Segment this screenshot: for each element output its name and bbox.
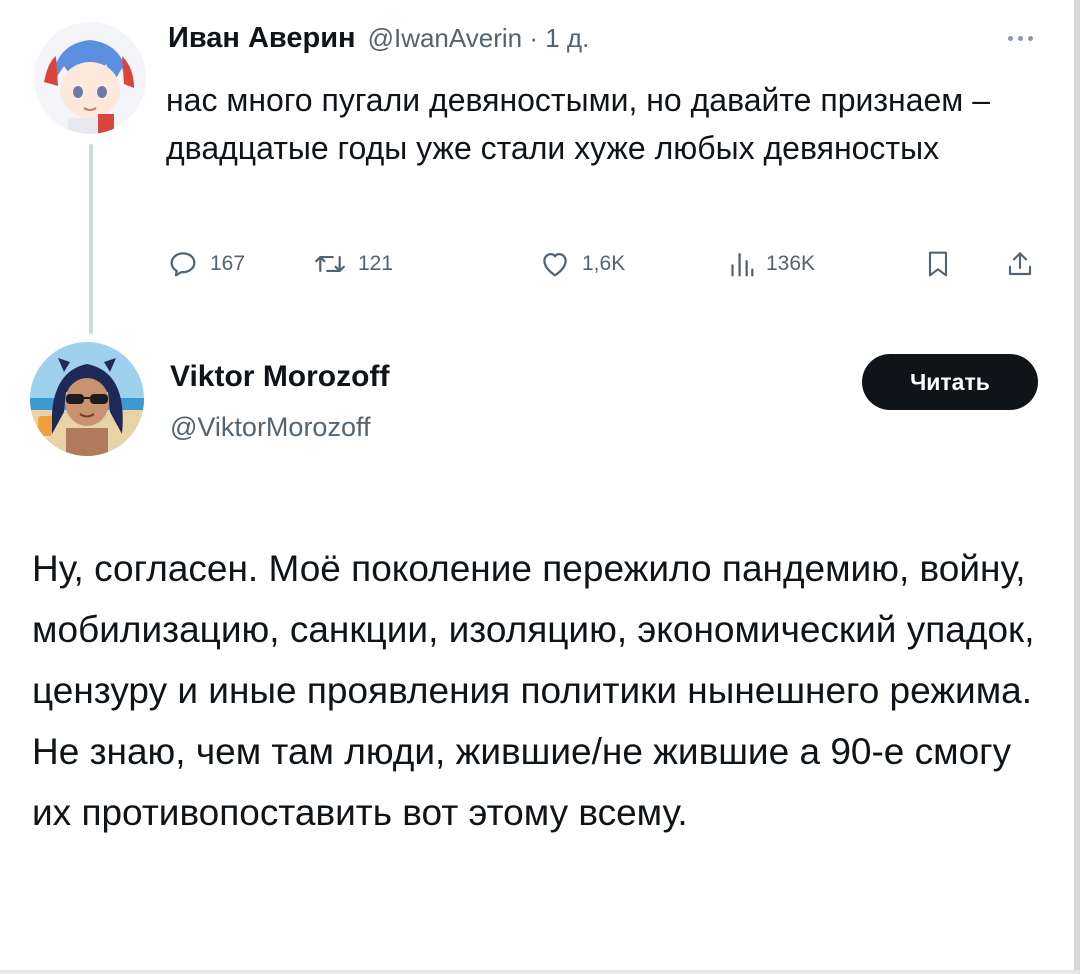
reply-icon xyxy=(170,252,196,277)
tweet-text: Ну, согласен. Моё поколение пережило пан… xyxy=(32,548,1035,833)
screenshot-border-right xyxy=(1074,0,1080,974)
follow-button[interactable]: Читать xyxy=(862,354,1038,410)
share-icon xyxy=(1008,252,1032,276)
tweet-time: 1 д. xyxy=(545,23,590,53)
author-name[interactable]: Viktor Morozoff xyxy=(170,360,389,394)
retweet-button[interactable]: 121 xyxy=(312,244,393,284)
thread-connector-line xyxy=(89,144,93,334)
share-button[interactable] xyxy=(1004,244,1036,284)
author-handle[interactable]: @ViktorMorozoff xyxy=(170,412,370,443)
reply-count: 167 xyxy=(210,252,246,275)
retweet-icon xyxy=(315,255,345,273)
more-horizontal-icon[interactable] xyxy=(1008,30,1048,46)
reply-button[interactable]: 167 xyxy=(166,244,245,284)
tweet-actions-bar: 167 121 1,6K 136K xyxy=(166,244,1046,284)
retweet-count: 121 xyxy=(358,252,394,275)
bookmark-button[interactable] xyxy=(922,244,954,284)
screenshot-border-bottom xyxy=(0,970,1080,974)
heart-icon xyxy=(543,252,567,277)
views-icon xyxy=(731,252,754,277)
like-count: 1,6K xyxy=(582,252,626,275)
bookmark-icon xyxy=(928,251,948,277)
like-button[interactable]: 1,6K xyxy=(538,244,625,284)
tweet-text: нас много пугали девяностыми, но давайте… xyxy=(166,82,990,166)
author-handle[interactable]: @IwanAverin · 1 д. xyxy=(368,23,590,54)
views-count: 136K xyxy=(766,252,816,275)
views-button[interactable]: 136K xyxy=(726,244,815,284)
tweet1-header: Иван Аверин @IwanAverin · 1 д. xyxy=(168,22,589,62)
author-name[interactable]: Иван Аверин xyxy=(168,22,356,55)
avatar[interactable] xyxy=(30,342,144,456)
avatar[interactable] xyxy=(34,22,146,134)
